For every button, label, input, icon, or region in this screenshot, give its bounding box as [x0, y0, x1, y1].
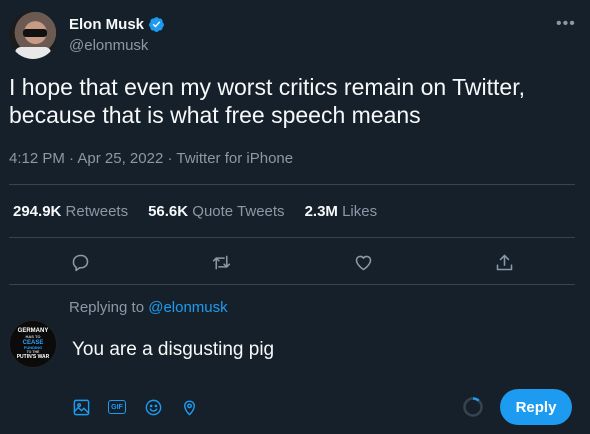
author-name-row[interactable]: Elon Musk [69, 16, 165, 33]
like-button[interactable] [351, 250, 375, 274]
replying-to: Replying to @elonmusk [69, 299, 228, 316]
avatar-shirt [15, 47, 51, 59]
more-options-icon[interactable]: ••• [556, 14, 576, 34]
divider [9, 284, 575, 285]
share-button[interactable] [492, 250, 516, 274]
likes-stat[interactable]: 2.3M Likes [305, 203, 378, 220]
add-media-button[interactable] [71, 397, 91, 417]
tweet-time[interactable]: 4:12 PM [9, 150, 65, 167]
add-emoji-button[interactable] [143, 397, 163, 417]
retweet-button[interactable] [209, 250, 233, 274]
share-icon [496, 254, 512, 270]
add-gif-button[interactable]: GIF [107, 397, 127, 417]
retweets-stat[interactable]: 294.9K Retweets [13, 203, 128, 220]
image-icon [73, 399, 89, 415]
tweet-text: I hope that even my worst critics remain… [9, 74, 526, 128]
location-icon [183, 400, 195, 415]
avatar-glasses [23, 29, 47, 37]
emoji-icon [145, 399, 161, 415]
quote-tweets-stat[interactable]: 56.6K Quote Tweets [148, 203, 284, 220]
meta-separator: · [69, 150, 75, 167]
author-avatar[interactable] [9, 11, 57, 59]
reply-textbox[interactable]: You are a disgusting pig [72, 339, 274, 361]
author-handle[interactable]: @elonmusk [69, 37, 148, 54]
likes-label: Likes [342, 203, 378, 220]
likes-count: 2.3M [304, 203, 338, 220]
divider [9, 237, 575, 238]
add-location-button[interactable] [179, 397, 199, 417]
tweet-meta: 4:12 PM · Apr 25, 2022 · Twitter for iPh… [9, 150, 293, 167]
character-count-progress [463, 397, 483, 417]
retweets-count: 294.9K [13, 203, 62, 220]
reply-submit-button[interactable]: Reply [500, 389, 572, 425]
tweet-date[interactable]: Apr 25, 2022 [77, 150, 163, 167]
retweet-icon [212, 255, 230, 269]
reply-button[interactable] [68, 250, 92, 274]
avatar-text-line: HAS TO [25, 334, 41, 340]
reply-icon [72, 254, 88, 271]
divider [9, 184, 575, 185]
replying-prefix: Replying to [69, 299, 145, 316]
retweets-label: Retweets [65, 203, 129, 220]
verified-badge-icon [149, 17, 164, 32]
like-icon [355, 255, 371, 270]
quote-tweets-label: Quote Tweets [192, 203, 285, 220]
avatar-text-line: PUTIN'S WAR [16, 353, 50, 360]
meta-separator: · [167, 150, 173, 167]
reply-user-avatar[interactable]: GERMANY HAS TO CEASE FUNDING TO THE PUTI… [9, 320, 57, 368]
author-display-name[interactable]: Elon Musk [69, 16, 144, 33]
replying-mention-link[interactable]: @elonmusk [148, 299, 227, 316]
gif-icon: GIF [108, 400, 126, 414]
tweet-source[interactable]: Twitter for iPhone [176, 150, 293, 167]
quote-tweets-count: 56.6K [148, 203, 189, 220]
tweet-stats: 294.9K Retweets 56.6K Quote Tweets 2.3M … [13, 203, 377, 220]
